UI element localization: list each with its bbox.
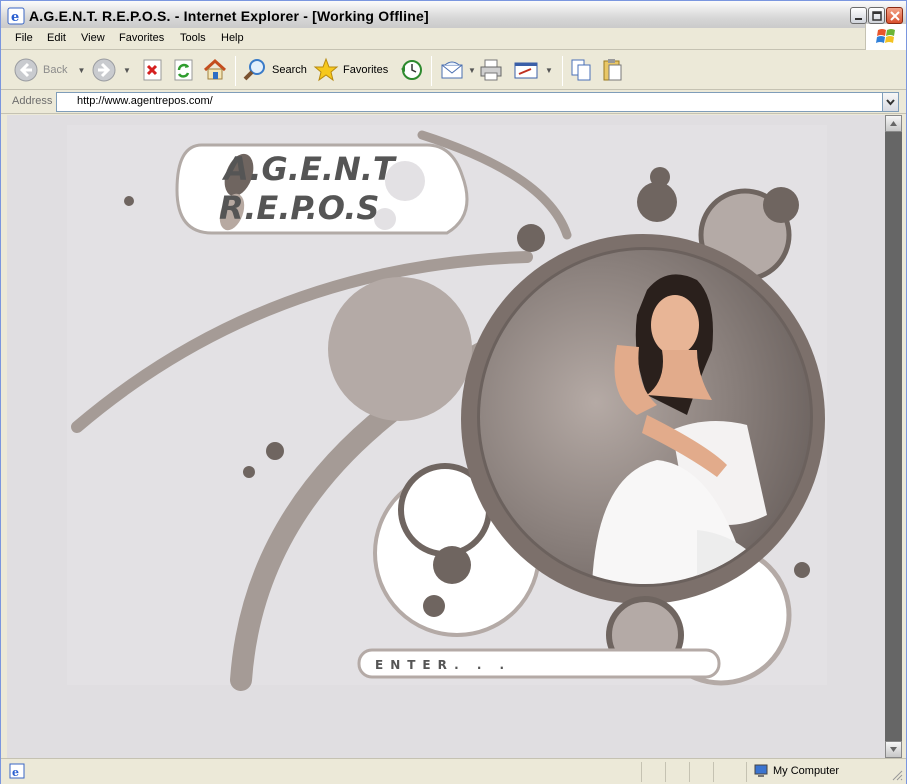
- menu-edit[interactable]: Edit: [47, 32, 66, 44]
- chevron-down-icon: [890, 747, 897, 752]
- forward-button[interactable]: ▼: [91, 56, 131, 84]
- deco-dot: [637, 182, 677, 222]
- minimize-button[interactable]: [850, 7, 867, 24]
- favorites-label: Favorites: [343, 64, 389, 76]
- mail-icon: [441, 61, 463, 79]
- search-icon: [243, 59, 265, 81]
- logo-line1: A.G.E.N.T: [221, 150, 397, 188]
- paste-button[interactable]: [601, 56, 625, 84]
- back-button[interactable]: Back ▼: [13, 56, 85, 84]
- menu-favorites[interactable]: Favorites: [119, 32, 164, 44]
- maximize-button[interactable]: [868, 7, 885, 24]
- deco-dot: [763, 187, 799, 223]
- address-bar: Address: [1, 90, 906, 114]
- svg-text:e: e: [11, 10, 19, 25]
- back-arrow-icon: [14, 58, 38, 82]
- deco-dot: [124, 196, 134, 206]
- deco-dot: [266, 442, 284, 460]
- copy-button[interactable]: [569, 56, 593, 84]
- menu-help[interactable]: Help: [221, 32, 244, 44]
- status-cell: [713, 762, 714, 782]
- search-button[interactable]: Search: [242, 56, 307, 84]
- stop-icon: [143, 59, 162, 81]
- browser-window: e A.G.E.N.T. R.E.P.O.S. - Internet Explo…: [0, 0, 907, 784]
- status-cell: [689, 762, 690, 782]
- status-cell: [746, 762, 747, 782]
- home-button[interactable]: [202, 56, 228, 84]
- edit-dropdown-icon[interactable]: ▼: [545, 66, 553, 75]
- vertical-scrollbar[interactable]: [885, 115, 902, 758]
- history-icon: [401, 60, 422, 80]
- mail-button[interactable]: ▼: [439, 56, 476, 84]
- refresh-button[interactable]: [172, 56, 196, 84]
- address-field[interactable]: [56, 92, 883, 112]
- deco-dot: [433, 546, 471, 584]
- enter-label: ENTER. . .: [375, 658, 511, 672]
- edit-page-icon: [514, 62, 538, 79]
- forward-dropdown-icon[interactable]: ▼: [123, 66, 131, 75]
- address-label: Address: [12, 95, 53, 107]
- stop-button[interactable]: [141, 56, 165, 84]
- favorites-button[interactable]: Favorites: [313, 56, 388, 84]
- close-button[interactable]: [886, 7, 903, 24]
- back-dropdown-icon[interactable]: ▼: [77, 66, 85, 75]
- toolbar-separator: [431, 56, 432, 86]
- menu-tools[interactable]: Tools: [180, 32, 206, 44]
- paste-icon: [603, 59, 622, 81]
- status-bar: e My Computer: [1, 758, 906, 784]
- history-button[interactable]: [398, 56, 424, 84]
- computer-icon: [754, 764, 768, 777]
- print-button[interactable]: [478, 56, 504, 84]
- deco-dot: [423, 595, 445, 617]
- title-bar[interactable]: e A.G.E.N.T. R.E.P.O.S. - Internet Explo…: [1, 1, 906, 31]
- address-input[interactable]: [77, 95, 857, 107]
- windows-logo-icon: [865, 24, 906, 50]
- chevron-down-icon: [886, 99, 895, 106]
- printer-icon: [480, 59, 502, 81]
- status-cell: [665, 762, 666, 782]
- window-title: A.G.E.N.T. R.E.P.O.S. - Internet Explore…: [29, 8, 429, 24]
- scroll-down-button[interactable]: [885, 741, 902, 758]
- security-zone: My Computer: [753, 763, 839, 779]
- copy-icon: [571, 59, 591, 81]
- chevron-up-icon: [890, 121, 897, 126]
- splash-artwork: A.G.E.N.T R.E.P.O.S ENTER. . .: [67, 125, 827, 691]
- status-cell: [641, 762, 642, 782]
- deco-dot: [517, 224, 545, 252]
- zone-label: My Computer: [773, 765, 840, 777]
- back-label: Back: [43, 64, 68, 76]
- web-content: A.G.E.N.T R.E.P.O.S ENTER. . .: [7, 115, 885, 758]
- search-label: Search: [272, 64, 307, 76]
- resize-grip-icon[interactable]: [891, 769, 903, 784]
- enter-button[interactable]: ENTER. . .: [357, 648, 721, 679]
- ie-icon: e: [7, 7, 25, 25]
- menu-file[interactable]: File: [15, 32, 33, 44]
- star-icon: [313, 57, 339, 82]
- scroll-up-button[interactable]: [885, 115, 902, 132]
- deco-dot: [794, 562, 810, 578]
- menu-bar: File Edit View Favorites Tools Help: [1, 28, 906, 50]
- forward-arrow-icon: [92, 58, 116, 82]
- home-icon: [203, 58, 227, 80]
- page-status-icon: e: [9, 763, 25, 782]
- menu-view[interactable]: View: [81, 32, 105, 44]
- mail-dropdown-icon[interactable]: ▼: [468, 66, 476, 75]
- toolbar: Back ▼ ▼ Search Favorites ▼ ▼: [1, 50, 906, 90]
- toolbar-separator: [562, 56, 563, 86]
- deco-dot: [243, 466, 255, 478]
- deco-circle: [328, 277, 472, 421]
- edit-button[interactable]: ▼: [513, 56, 553, 84]
- svg-text:e: e: [12, 766, 19, 779]
- address-dropdown-button[interactable]: [882, 92, 899, 112]
- toolbar-separator: [235, 56, 236, 86]
- logo-line2: R.E.P.O.S: [219, 189, 379, 227]
- refresh-icon: [174, 59, 193, 81]
